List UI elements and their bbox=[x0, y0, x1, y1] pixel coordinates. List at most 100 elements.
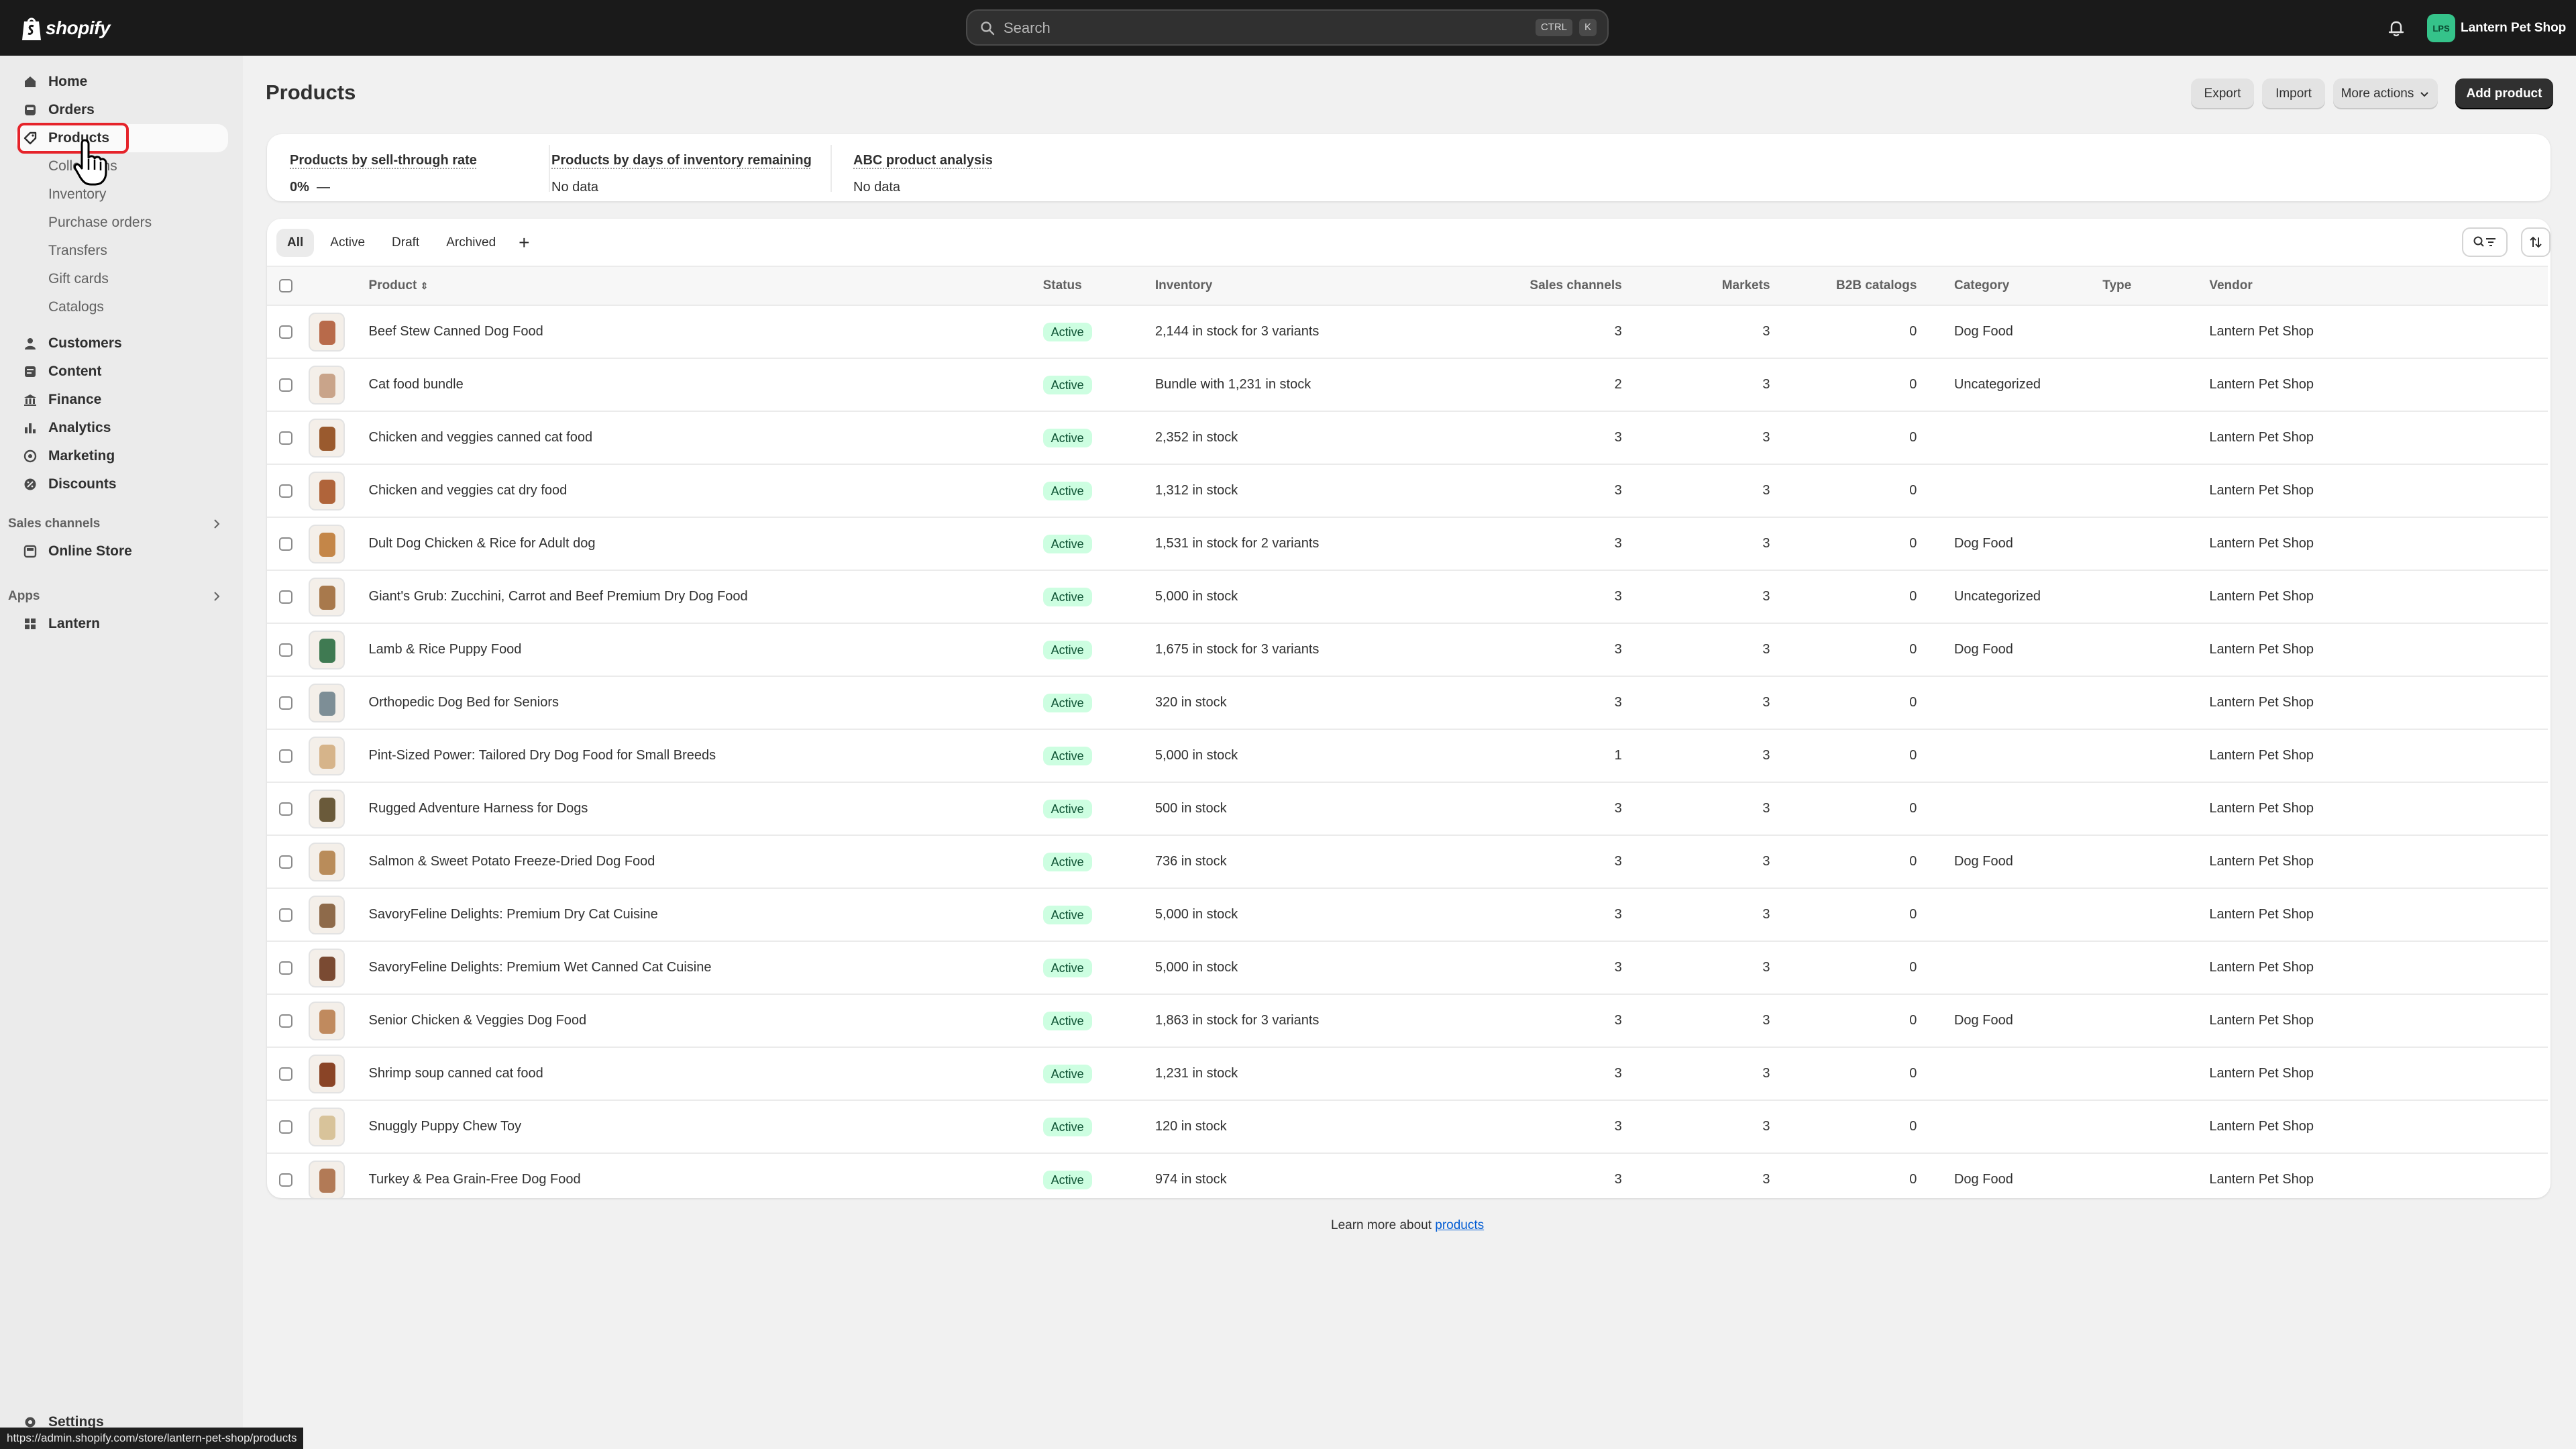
apps-heading[interactable]: Apps bbox=[8, 586, 223, 607]
sidebar-subitem-collections[interactable]: Collections bbox=[16, 152, 228, 180]
store-menu[interactable]: LPS Lantern Pet Shop bbox=[2427, 13, 2566, 43]
row-checkbox[interactable] bbox=[279, 1067, 292, 1081]
row-checkbox[interactable] bbox=[279, 484, 292, 498]
table-row[interactable]: Chicken and veggies canned cat food Activ… bbox=[267, 411, 2548, 465]
row-checkbox[interactable] bbox=[279, 908, 292, 922]
product-name[interactable]: Orthopedic Dog Bed for Seniors bbox=[369, 695, 559, 710]
product-thumbnail bbox=[308, 312, 345, 352]
product-name[interactable]: SavoryFeline Delights: Premium Dry Cat C… bbox=[369, 907, 658, 922]
row-checkbox[interactable] bbox=[279, 325, 292, 339]
sidebar-subitem-gift-cards[interactable]: Gift cards bbox=[16, 265, 228, 293]
search-input[interactable] bbox=[1002, 11, 1474, 46]
markets-count: 3 bbox=[1762, 1172, 1770, 1187]
sidebar-subitem-purchase-orders[interactable]: Purchase orders bbox=[16, 209, 228, 237]
table-row[interactable]: Lamb & Rice Puppy Food Active 1,675 in sto… bbox=[267, 623, 2548, 677]
export-button[interactable]: Export bbox=[2191, 78, 2254, 109]
table-row[interactable]: Chicken and veggies cat dry food Active 1,… bbox=[267, 464, 2548, 518]
markets-count: 3 bbox=[1762, 801, 1770, 816]
more-actions-button[interactable]: More actions bbox=[2333, 78, 2438, 109]
metric-sell-through[interactable]: Products by sell-through rate 0% — bbox=[290, 134, 518, 201]
row-checkbox[interactable] bbox=[279, 590, 292, 604]
bell-icon[interactable] bbox=[2385, 17, 2407, 39]
search-filter-button[interactable] bbox=[2462, 227, 2508, 257]
sidebar-item-analytics[interactable]: Analytics bbox=[16, 414, 228, 442]
import-button[interactable]: Import bbox=[2262, 78, 2325, 109]
row-checkbox[interactable] bbox=[279, 378, 292, 392]
sidebar-subitem-catalogs[interactable]: Catalogs bbox=[16, 293, 228, 321]
table-row[interactable]: SavoryFeline Delights: Premium Wet Canne… bbox=[267, 941, 2548, 995]
product-name[interactable]: Snuggly Puppy Chew Toy bbox=[369, 1119, 522, 1134]
row-checkbox[interactable] bbox=[279, 537, 292, 551]
sidebar-subitem-transfers[interactable]: Transfers bbox=[16, 237, 228, 265]
tab-draft[interactable]: Draft bbox=[381, 229, 430, 257]
b2b-catalogs-count: 0 bbox=[1909, 483, 1917, 498]
sidebar-item-online-store[interactable]: Online Store bbox=[16, 537, 228, 566]
sidebar-item-products[interactable]: Products bbox=[16, 124, 228, 152]
metric-abc-analysis[interactable]: ABC product analysis No data bbox=[853, 134, 1055, 201]
markets-count: 3 bbox=[1762, 695, 1770, 710]
shopify-logo[interactable]: shopify bbox=[20, 13, 111, 43]
table-row[interactable]: Pint-Sized Power: Tailored Dry Dog Food … bbox=[267, 729, 2548, 783]
row-checkbox[interactable] bbox=[279, 1120, 292, 1134]
product-name[interactable]: Chicken and veggies cat dry food bbox=[369, 483, 568, 498]
product-name[interactable]: Beef Stew Canned Dog Food bbox=[369, 324, 543, 339]
tab-archived[interactable]: Archived bbox=[435, 229, 506, 257]
product-name[interactable]: Dult Dog Chicken & Rice for Adult dog bbox=[369, 536, 596, 551]
metric-days-of-inventory[interactable]: Products by days of inventory remaining … bbox=[551, 134, 833, 201]
markets-count: 3 bbox=[1762, 483, 1770, 498]
sidebar-subitem-inventory[interactable]: Inventory bbox=[16, 180, 228, 209]
sort-button[interactable] bbox=[2521, 227, 2551, 257]
product-name[interactable]: Cat food bundle bbox=[369, 377, 464, 392]
sidebar-item-orders[interactable]: Orders bbox=[16, 96, 228, 124]
row-checkbox[interactable] bbox=[279, 1014, 292, 1028]
select-all-checkbox[interactable] bbox=[279, 279, 292, 292]
product-name[interactable]: Turkey & Pea Grain-Free Dog Food bbox=[369, 1172, 581, 1187]
table-row[interactable]: Cat food bundle Active Bundle with 1,231 i… bbox=[267, 358, 2548, 412]
product-name[interactable]: Rugged Adventure Harness for Dogs bbox=[369, 801, 588, 816]
product-name[interactable]: Salmon & Sweet Potato Freeze-Dried Dog F… bbox=[369, 854, 655, 869]
add-view-plus-icon[interactable]: + bbox=[512, 229, 536, 257]
row-checkbox[interactable] bbox=[279, 802, 292, 816]
sidebar-item-content[interactable]: Content bbox=[16, 358, 228, 386]
row-checkbox[interactable] bbox=[279, 961, 292, 975]
row-checkbox[interactable] bbox=[279, 696, 292, 710]
product-name[interactable]: Senior Chicken & Veggies Dog Food bbox=[369, 1013, 587, 1028]
add-product-button[interactable]: Add product bbox=[2455, 78, 2553, 109]
table-row[interactable]: Shrimp soup canned cat food Active 1,231 i… bbox=[267, 1047, 2548, 1101]
table-row[interactable]: Snuggly Puppy Chew Toy Active 120 in stock… bbox=[267, 1100, 2548, 1154]
product-name[interactable]: Shrimp soup canned cat food bbox=[369, 1066, 543, 1081]
sidebar-item-marketing[interactable]: Marketing bbox=[16, 442, 228, 470]
sidebar-item-discounts[interactable]: Discounts bbox=[16, 470, 228, 498]
sales-channels-heading[interactable]: Sales channels bbox=[8, 513, 223, 535]
table-row[interactable]: Turkey & Pea Grain-Free Dog Food Active 97… bbox=[267, 1153, 2548, 1198]
sidebar-item-home[interactable]: Home bbox=[16, 68, 228, 96]
tab-active[interactable]: Active bbox=[319, 229, 376, 257]
product-name[interactable]: SavoryFeline Delights: Premium Wet Canne… bbox=[369, 960, 712, 975]
product-name[interactable]: Lamb & Rice Puppy Food bbox=[369, 642, 522, 657]
table-row[interactable]: SavoryFeline Delights: Premium Dry Cat C… bbox=[267, 888, 2548, 942]
sidebar-item-customers[interactable]: Customers bbox=[16, 329, 228, 358]
table-row[interactable]: Beef Stew Canned Dog Food Active 2,144 in … bbox=[267, 305, 2548, 359]
chevron-down-icon bbox=[2420, 92, 2429, 97]
row-checkbox[interactable] bbox=[279, 643, 292, 657]
category-text: Dog Food bbox=[1953, 1172, 2013, 1187]
row-checkbox[interactable] bbox=[279, 855, 292, 869]
product-name[interactable]: Pint-Sized Power: Tailored Dry Dog Food … bbox=[369, 748, 716, 763]
product-name[interactable]: Giant's Grub: Zucchini, Carrot and Beef … bbox=[369, 589, 748, 604]
search-bar[interactable]: CTRL K bbox=[966, 9, 1609, 46]
table-row[interactable]: Orthopedic Dog Bed for Seniors Active 320 … bbox=[267, 676, 2548, 730]
product-name[interactable]: Chicken and veggies canned cat food bbox=[369, 430, 593, 445]
table-row[interactable]: Dult Dog Chicken & Rice for Adult dog Act… bbox=[267, 517, 2548, 571]
learn-more-link[interactable]: products bbox=[1435, 1218, 1484, 1232]
table-row[interactable]: Salmon & Sweet Potato Freeze-Dried Dog F… bbox=[267, 835, 2548, 889]
row-checkbox[interactable] bbox=[279, 431, 292, 445]
tab-all[interactable]: All bbox=[276, 229, 315, 257]
table-row[interactable]: Senior Chicken & Veggies Dog Food Active 1… bbox=[267, 994, 2548, 1048]
table-row[interactable]: Rugged Adventure Harness for Dogs Active 5… bbox=[267, 782, 2548, 836]
sidebar-item-finance[interactable]: Finance bbox=[16, 386, 228, 414]
sidebar-item-lantern[interactable]: Lantern bbox=[16, 610, 228, 638]
header-product[interactable]: Product ⇕ bbox=[368, 266, 1043, 306]
table-row[interactable]: Giant's Grub: Zucchini, Carrot and Beef … bbox=[267, 570, 2548, 624]
row-checkbox[interactable] bbox=[279, 1173, 292, 1187]
row-checkbox[interactable] bbox=[279, 749, 292, 763]
